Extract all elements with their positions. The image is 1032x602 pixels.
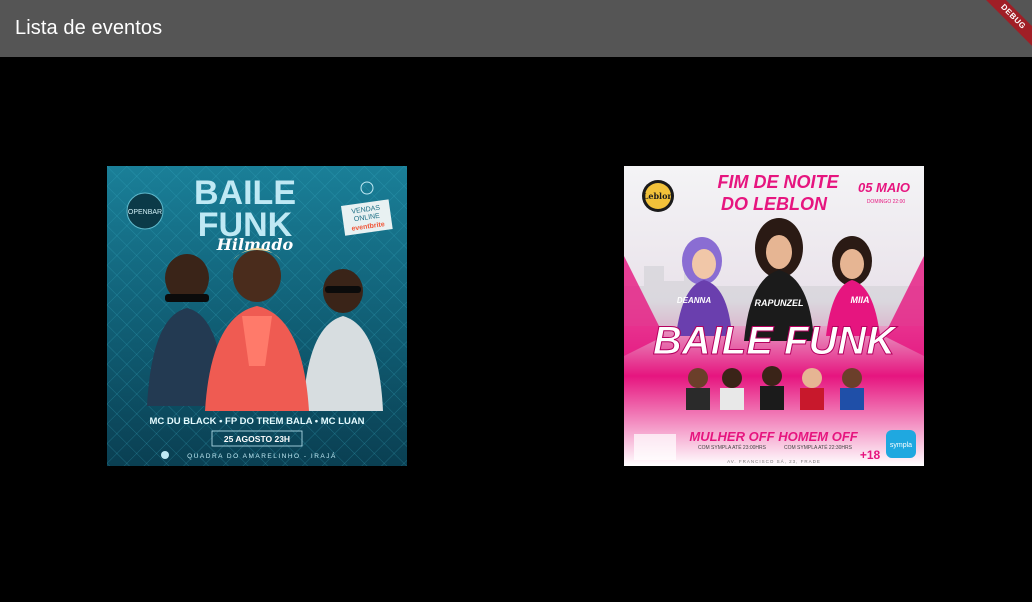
poster2-age: +18 — [860, 448, 881, 462]
poster2-title-line2: DO LEBLON — [721, 194, 828, 214]
poster2-name-2: RAPUNZEL — [755, 298, 804, 308]
poster2-men-note: COM SYMPLA ATÉ 22:30HRS — [784, 444, 853, 451]
poster1-artists: MC DU BLACK • FP DO TREM BALA • MC LUAN — [149, 416, 364, 427]
poster1-badge: OPENBAR — [128, 209, 162, 216]
poster2-name-3: MIIA — [851, 295, 870, 305]
page-title: Lista de eventos — [15, 17, 163, 39]
poster2-title-line1: FIM DE NOITE — [718, 172, 840, 192]
poster2-brand: sympla — [890, 442, 912, 449]
event-card-2[interactable]: Leblon FIM DE NOITE DO LEBLON 05 MAIO DO… — [624, 166, 924, 466]
poster1-venue: QUADRA DO AMARELINHO - IRAJÁ — [187, 451, 337, 460]
poster2-men-price: HOMEM OFF — [778, 429, 858, 444]
poster2-address: AV. FRANCISCO SÁ, 23, FRADE — [727, 458, 821, 464]
poster2-women-price: MULHER OFF — [689, 429, 775, 444]
event-card-1[interactable]: OPENBAR BAILE FUNK Hilmado VENDAS ONLINE… — [107, 166, 407, 466]
debug-label: DEBUG — [976, 0, 1032, 54]
poster1-date: 25 AGOSTO 23H — [224, 434, 290, 444]
poster2-women-note: COM SYMPLA ATÉ 23:00HRS — [698, 444, 767, 451]
event-poster-1: OPENBAR BAILE FUNK Hilmado VENDAS ONLINE… — [107, 166, 407, 466]
poster2-date: 05 MAIO — [858, 180, 910, 195]
event-grid: OPENBAR BAILE FUNK Hilmado VENDAS ONLINE… — [0, 57, 1032, 602]
app-bar: Lista de eventos — [0, 0, 1032, 57]
poster2-day: DOMINGO 22:00 — [867, 199, 906, 205]
poster2-logo: Leblon — [643, 191, 674, 201]
poster1-artists-art — [147, 248, 383, 411]
poster2-name-1: DEANNA — [677, 296, 711, 305]
debug-banner: DEBUG — [972, 0, 1032, 60]
event-poster-2: Leblon FIM DE NOITE DO LEBLON 05 MAIO DO… — [624, 166, 924, 466]
poster2-headline: BAILE FUNK — [653, 319, 898, 363]
